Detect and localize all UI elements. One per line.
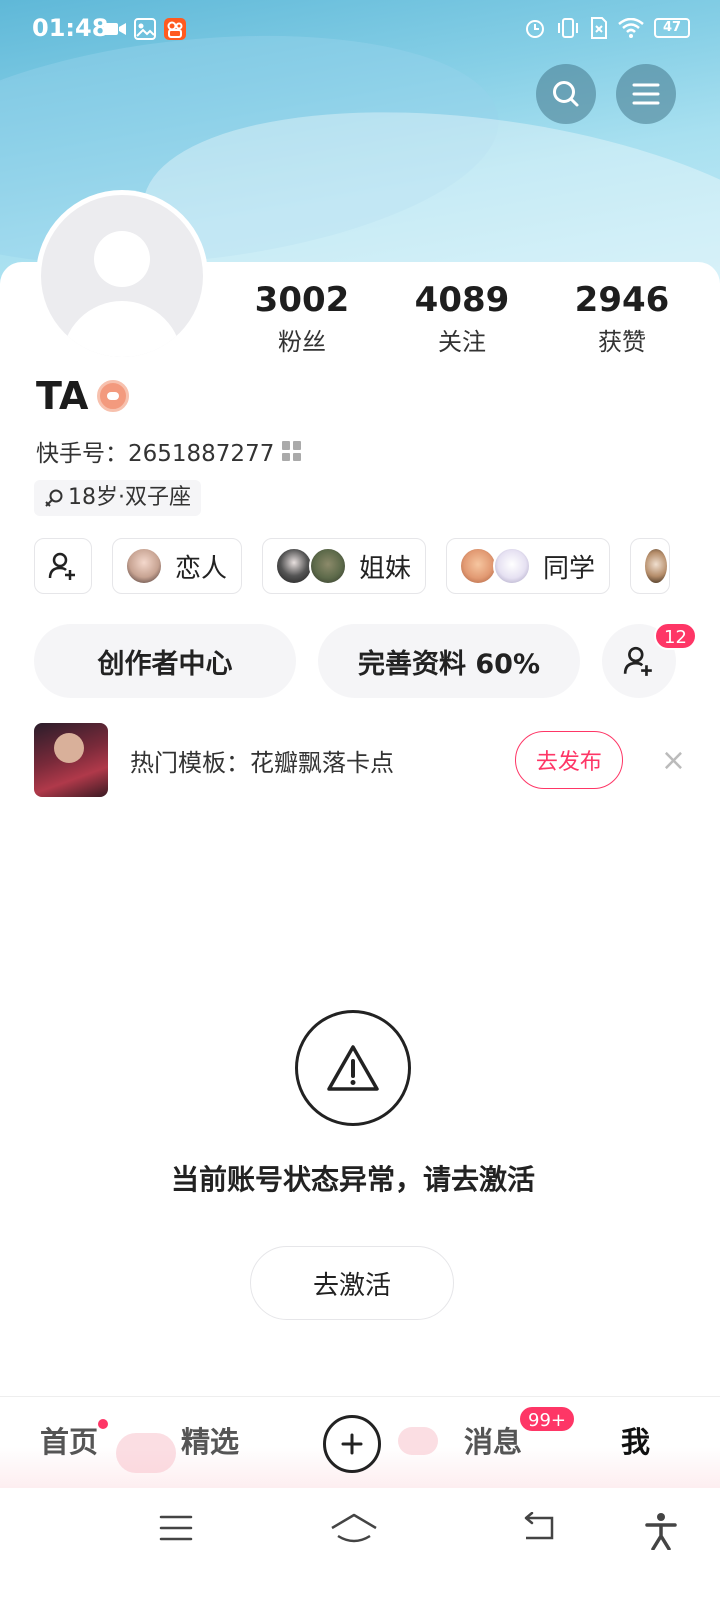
battery-icon: 47 (654, 18, 690, 38)
nav-featured[interactable]: 精选 (181, 1419, 239, 1461)
avatar-head-shape (94, 231, 150, 287)
close-icon[interactable]: × (661, 743, 686, 778)
video-icon (104, 23, 126, 35)
relation-avatar (643, 547, 670, 585)
relation-avatar (459, 547, 498, 585)
status-right-icons: 47 (524, 17, 690, 39)
friend-request-badge: 12 (654, 622, 697, 650)
add-friend-button[interactable]: 12 (602, 622, 697, 698)
kuaishou-id-text: 快手号：2651887277 (36, 441, 275, 467)
relation-classmate[interactable]: 同学 (446, 538, 611, 594)
vibrate-icon (558, 18, 578, 38)
action-buttons: 创作者中心 完善资料 60% 12 (34, 622, 697, 698)
stat-likes-value: 2946 (574, 280, 670, 320)
relation-avatar (275, 547, 314, 585)
menu-icon (632, 83, 660, 105)
profile-stats: 3002 粉丝 4089 关注 2946 获赞 (222, 280, 702, 357)
add-friend-icon (623, 646, 652, 676)
relation-avatar (493, 547, 532, 585)
nav-messages[interactable]: 消息 (464, 1419, 522, 1461)
search-icon (553, 81, 579, 107)
nav-me[interactable]: 我 (621, 1419, 650, 1461)
home-icon[interactable] (330, 1512, 378, 1546)
avatar[interactable] (36, 190, 208, 362)
hot-template-banner[interactable]: 热门模板：花瓣飘落卡点 去发布 × (34, 722, 686, 798)
status-time: 01:48 (32, 14, 109, 42)
stat-following[interactable]: 4089 关注 (382, 280, 542, 357)
avatar-body-shape (62, 301, 182, 357)
back-icon[interactable] (520, 1512, 556, 1544)
relations-row: 恋人 姐妹 同学 (34, 538, 671, 594)
system-nav-bar (0, 1488, 720, 1600)
relation-avatar (125, 547, 163, 585)
gallery-icon (134, 18, 156, 40)
kuaishou-app-icon (164, 18, 186, 40)
stat-likes[interactable]: 2946 获赞 (542, 280, 702, 357)
wifi-icon (618, 18, 644, 38)
create-post-button[interactable] (323, 1415, 381, 1473)
relation-label: 姐妹 (359, 553, 412, 584)
complete-profile-button[interactable]: 完善资料 60% (318, 624, 580, 698)
template-thumbnail[interactable] (34, 723, 108, 797)
stat-following-label: 关注 (438, 328, 486, 356)
kuaishou-id[interactable]: 快手号：2651887277 (36, 434, 302, 468)
relation-avatar (309, 547, 348, 585)
messages-badge: 99+ (518, 1405, 576, 1433)
warning-icon-circle (295, 1010, 411, 1126)
relation-lover[interactable]: 恋人 (112, 538, 243, 594)
account-abnormal-message: 当前账号状态异常，请去激活 (170, 1163, 535, 1196)
search-button[interactable] (536, 64, 596, 124)
stat-likes-label: 获赞 (598, 328, 646, 356)
add-relation-button[interactable] (34, 538, 92, 594)
relation-label: 恋人 (175, 553, 228, 584)
warning-icon (327, 1045, 379, 1091)
relation-label: 同学 (543, 553, 596, 584)
menu-button[interactable] (616, 64, 676, 124)
female-gender-icon (45, 489, 63, 507)
recent-apps-icon[interactable] (158, 1512, 194, 1544)
avatar-placeholder (41, 195, 203, 357)
alarm-icon (526, 20, 544, 38)
stat-fans-label: 粉丝 (278, 328, 326, 356)
age-zodiac-tag[interactable]: 18岁·双子座 (34, 480, 201, 516)
nav-decoration (398, 1427, 438, 1455)
nav-decoration (116, 1433, 176, 1473)
medal-icon[interactable] (97, 380, 129, 412)
stat-fans[interactable]: 3002 粉丝 (222, 280, 382, 357)
creator-center-button[interactable]: 创作者中心 (34, 624, 296, 698)
age-zodiac-text: 18岁·双子座 (68, 485, 191, 510)
bottom-nav: 首页 精选 消息 99+ 我 (0, 1396, 720, 1488)
stat-fans-value: 3002 (254, 280, 350, 320)
activate-button[interactable]: 去激活 (250, 1246, 454, 1320)
status-bar: 01:48 47 (0, 0, 720, 58)
publish-button[interactable]: 去发布 (514, 731, 623, 789)
relation-more[interactable] (630, 538, 671, 594)
plus-icon (341, 1433, 363, 1455)
relation-sisters[interactable]: 姐妹 (262, 538, 427, 594)
accessibility-icon[interactable] (644, 1512, 678, 1550)
stat-following-value: 4089 (414, 280, 510, 320)
profile-card (0, 262, 720, 1402)
template-text: 热门模板：花瓣飘落卡点 (130, 748, 394, 777)
home-red-dot (96, 1417, 110, 1431)
sim-off-icon (591, 17, 607, 39)
profile-name: TA (36, 374, 89, 418)
qr-code-icon[interactable] (282, 441, 302, 461)
add-person-icon (48, 552, 75, 580)
nav-home[interactable]: 首页 (40, 1419, 98, 1461)
